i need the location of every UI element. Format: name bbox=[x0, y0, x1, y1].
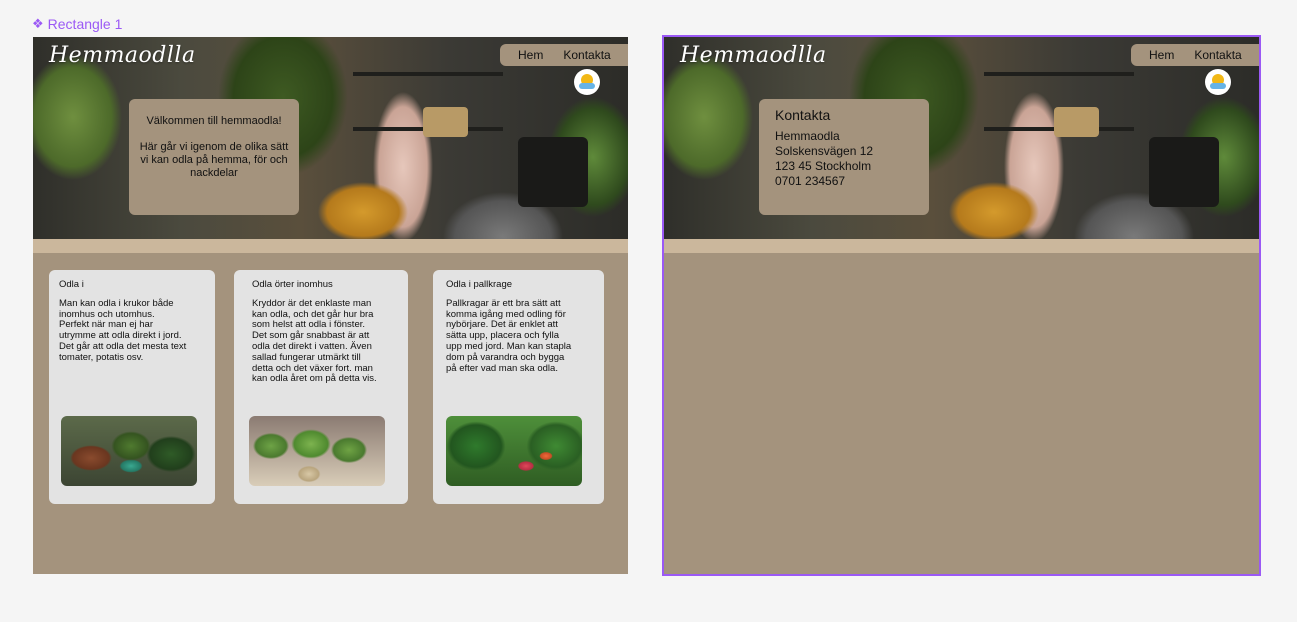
hero-pot bbox=[1149, 137, 1219, 207]
hero-image bbox=[33, 37, 628, 253]
hero-shelf bbox=[353, 72, 503, 76]
weather-icon[interactable] bbox=[1205, 69, 1231, 95]
nav-link-hem[interactable]: Hem bbox=[1149, 48, 1174, 62]
contact-line: 0701 234567 bbox=[775, 174, 846, 188]
welcome-box: Välkommen till hemmaodla! Här går vi ige… bbox=[129, 99, 299, 215]
card-title: Odla örter inomhus bbox=[252, 279, 333, 290]
nav-link-kontakta[interactable]: Kontakta bbox=[563, 48, 610, 62]
hero-shelf bbox=[984, 72, 1134, 76]
home-frame[interactable]: Hemmaodlla Hem Kontakta Välkommen till h… bbox=[33, 37, 628, 574]
info-card: Odla örter inomhus Kryddor är det enklas… bbox=[234, 270, 408, 504]
nav-link-hem[interactable]: Hem bbox=[518, 48, 543, 62]
component-label-text: Rectangle 1 bbox=[47, 16, 123, 32]
cloud-icon bbox=[1210, 83, 1226, 89]
contact-title: Kontakta bbox=[775, 107, 831, 123]
card-image-pots bbox=[61, 416, 197, 486]
hero-floor bbox=[664, 239, 1259, 253]
card-title: Odla i bbox=[59, 279, 84, 290]
contact-line: Hemmaodla bbox=[775, 129, 840, 143]
cloud-icon bbox=[579, 83, 595, 89]
card-body: Man kan odla i krukor både inomhus och u… bbox=[59, 297, 187, 363]
main-nav: Hem Kontakta bbox=[1131, 44, 1259, 66]
hero-basket bbox=[423, 107, 468, 137]
component-icon: ❖ bbox=[32, 16, 44, 31]
card-body: Kryddor är det enklaste man kan odla, oc… bbox=[252, 297, 377, 385]
card-image-herbs bbox=[249, 416, 385, 486]
info-card: Odla i pallkrage Pallkragar är ett bra s… bbox=[433, 270, 604, 504]
weather-icon[interactable] bbox=[574, 69, 600, 95]
contact-line: 123 45 Stockholm bbox=[775, 159, 872, 173]
hero-floor bbox=[33, 239, 628, 253]
welcome-body: Här går vi igenom de olika sätt vi kan o… bbox=[139, 141, 289, 179]
welcome-title: Välkommen till hemmaodla! bbox=[146, 115, 282, 127]
hero-basket bbox=[1054, 107, 1099, 137]
brand-logo[interactable]: Hemmaodlla bbox=[680, 43, 827, 68]
nav-link-kontakta[interactable]: Kontakta bbox=[1194, 48, 1241, 62]
card-body: Pallkragar är ett bra sätt att komma igå… bbox=[446, 297, 572, 374]
hero-image bbox=[664, 37, 1259, 253]
hero-pot bbox=[518, 137, 588, 207]
contact-line: Solskensvägen 12 bbox=[775, 144, 874, 158]
main-nav: Hem Kontakta bbox=[500, 44, 628, 66]
info-card: Odla i Man kan odla i krukor både inomhu… bbox=[49, 270, 215, 504]
component-label[interactable]: ❖ Rectangle 1 bbox=[32, 16, 122, 32]
card-image-raised-bed bbox=[446, 416, 582, 486]
contact-frame[interactable]: Hemmaodlla Hem Kontakta Kontakta Hemmaod… bbox=[662, 35, 1261, 576]
brand-logo[interactable]: Hemmaodlla bbox=[49, 43, 196, 68]
card-title: Odla i pallkrage bbox=[446, 279, 513, 290]
contact-box: Kontakta Hemmaodla Solskensvägen 12 123 … bbox=[759, 99, 929, 215]
